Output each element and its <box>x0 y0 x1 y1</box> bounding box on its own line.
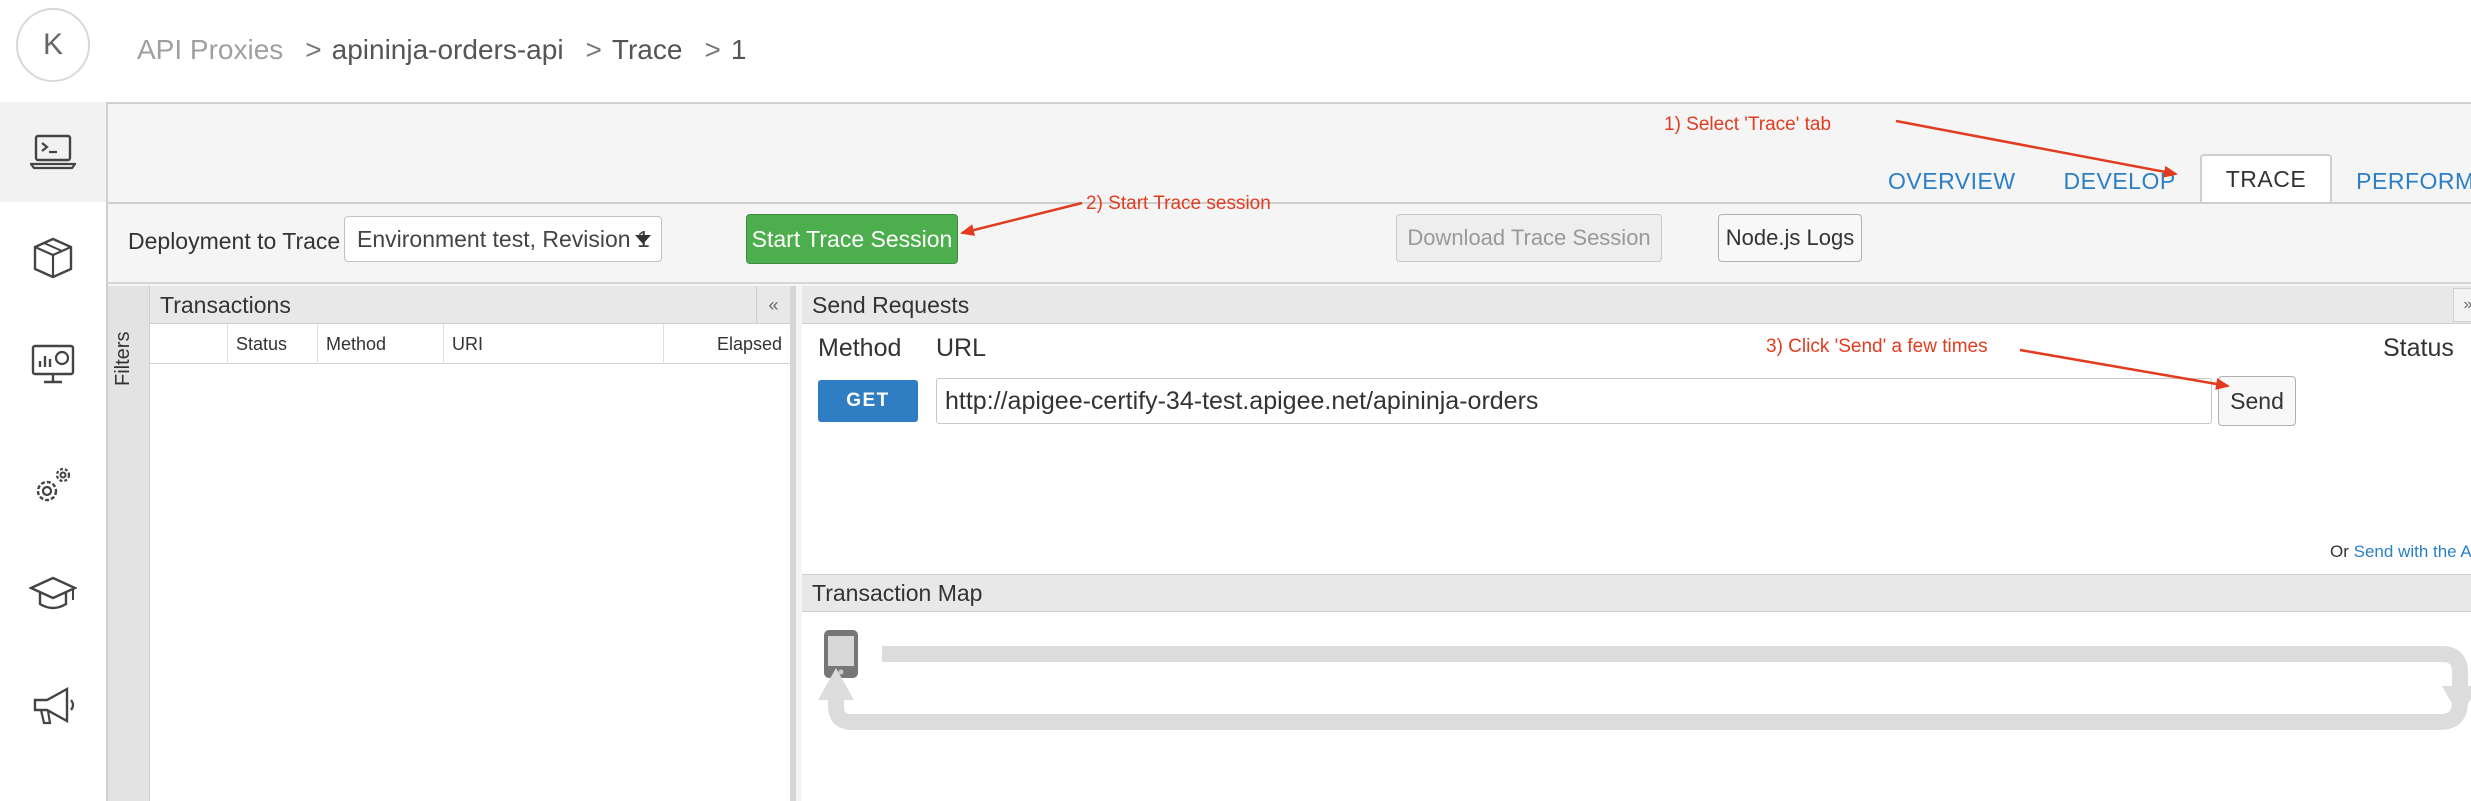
flow-path <box>828 646 2468 730</box>
url-input[interactable]: http://apigee-certify-34-test.apigee.net… <box>936 378 2212 424</box>
annotation-step2: 2) Start Trace session <box>1086 193 1271 214</box>
api-console-line: Or Send with the API Console <box>2330 542 2471 562</box>
sidebar-item-learn[interactable] <box>0 544 106 644</box>
column-uri[interactable]: URI <box>444 324 664 364</box>
column-method[interactable]: Method <box>318 324 444 364</box>
method-get-button[interactable]: GET <box>818 380 918 422</box>
tab-performance[interactable]: PERFORMANCE <box>2332 158 2471 204</box>
mobile-phone-icon <box>824 630 858 678</box>
megaphone-icon <box>33 686 75 725</box>
transaction-map-title: Transaction Map <box>812 580 983 606</box>
send-button[interactable]: Send <box>2218 376 2296 426</box>
breadcrumb-api-proxies[interactable]: API Proxies <box>137 34 283 66</box>
transactions-panel: Transactions « Status Method URI Elapsed <box>150 286 796 801</box>
send-requests-panel: Send Requests » Method URL Status GET ht… <box>802 286 2471 801</box>
breadcrumb: API Proxies > apininja-orders-api > Trac… <box>137 30 746 70</box>
sidebar-item-announcements[interactable] <box>0 656 106 756</box>
url-label: URL <box>936 334 987 362</box>
dashboard-monitor-icon <box>31 344 75 384</box>
collapse-left-icon[interactable]: « <box>756 286 790 324</box>
transaction-map-diagram <box>818 630 2471 730</box>
annotation-step1: 1) Select 'Trace' tab <box>1664 114 1832 135</box>
deployment-select[interactable]: Environment test, Revision 1 <box>344 216 662 262</box>
package-box-icon <box>33 237 73 279</box>
transactions-header: Transactions « <box>150 286 790 324</box>
nodejs-logs-button[interactable]: Node.js Logs <box>1718 214 1862 262</box>
start-trace-session-button[interactable]: Start Trace Session <box>746 214 958 264</box>
avatar-initial: K <box>42 28 63 61</box>
main-panel: OVERVIEW DEVELOP TRACE PERFORMANCE Deplo… <box>106 102 2471 801</box>
annotation-step3: 3) Click 'Send' a few times <box>1766 336 1988 357</box>
breadcrumb-separator: > <box>305 34 322 65</box>
breadcrumb-trace[interactable]: Trace <box>612 34 683 66</box>
send-requests-title: Send Requests <box>812 292 970 318</box>
breadcrumb-proxy-name[interactable]: apininja-orders-api <box>332 34 564 66</box>
caret-down-icon <box>635 235 651 244</box>
user-avatar[interactable]: K <box>16 8 90 82</box>
tab-overview[interactable]: OVERVIEW <box>1864 158 2040 204</box>
breadcrumb-separator: > <box>704 34 721 65</box>
tab-develop[interactable]: DEVELOP <box>2040 158 2200 204</box>
method-label: Method <box>818 334 902 362</box>
column-status[interactable]: Status <box>228 324 318 364</box>
column-select <box>150 324 228 364</box>
deployment-select-value: Environment test, Revision 1 <box>357 225 650 252</box>
trace-toolbar: Deployment to Trace Environment test, Re… <box>108 204 2471 284</box>
transactions-title: Transactions <box>160 292 291 318</box>
sidebar-item-admin[interactable] <box>0 436 106 536</box>
filters-toggle[interactable]: Filters <box>108 286 150 801</box>
api-console-link[interactable]: Send with the API Console <box>2354 542 2471 561</box>
breadcrumb-revision: 1 <box>730 34 747 65</box>
status-label: Status <box>2383 334 2454 362</box>
transactions-columns: Status Method URI Elapsed <box>150 324 790 364</box>
download-trace-session-button[interactable]: Download Trace Session <box>1396 214 1662 262</box>
sidebar-item-analyze[interactable] <box>0 314 106 414</box>
left-sidebar <box>0 102 106 801</box>
collapse-up-icon[interactable]: » <box>2453 288 2471 322</box>
sidebar-item-develop[interactable] <box>0 102 106 202</box>
sidebar-item-publish[interactable] <box>0 208 106 308</box>
terminal-laptop-icon <box>30 134 76 170</box>
api-console-prefix: Or <box>2330 542 2349 561</box>
filters-label: Filters <box>112 331 134 386</box>
tab-trace[interactable]: TRACE <box>2199 154 2333 204</box>
send-requests-header: Send Requests » <box>802 286 2471 324</box>
transaction-map-header: Transaction Map <box>802 574 2471 612</box>
breadcrumb-separator: > <box>585 34 602 65</box>
settings-gears-icon <box>36 467 71 502</box>
graduation-cap-icon <box>29 576 77 610</box>
deployment-label: Deployment to Trace <box>128 228 341 254</box>
proxy-tabs: OVERVIEW DEVELOP TRACE PERFORMANCE <box>1864 154 2471 204</box>
column-elapsed[interactable]: Elapsed <box>664 324 796 364</box>
